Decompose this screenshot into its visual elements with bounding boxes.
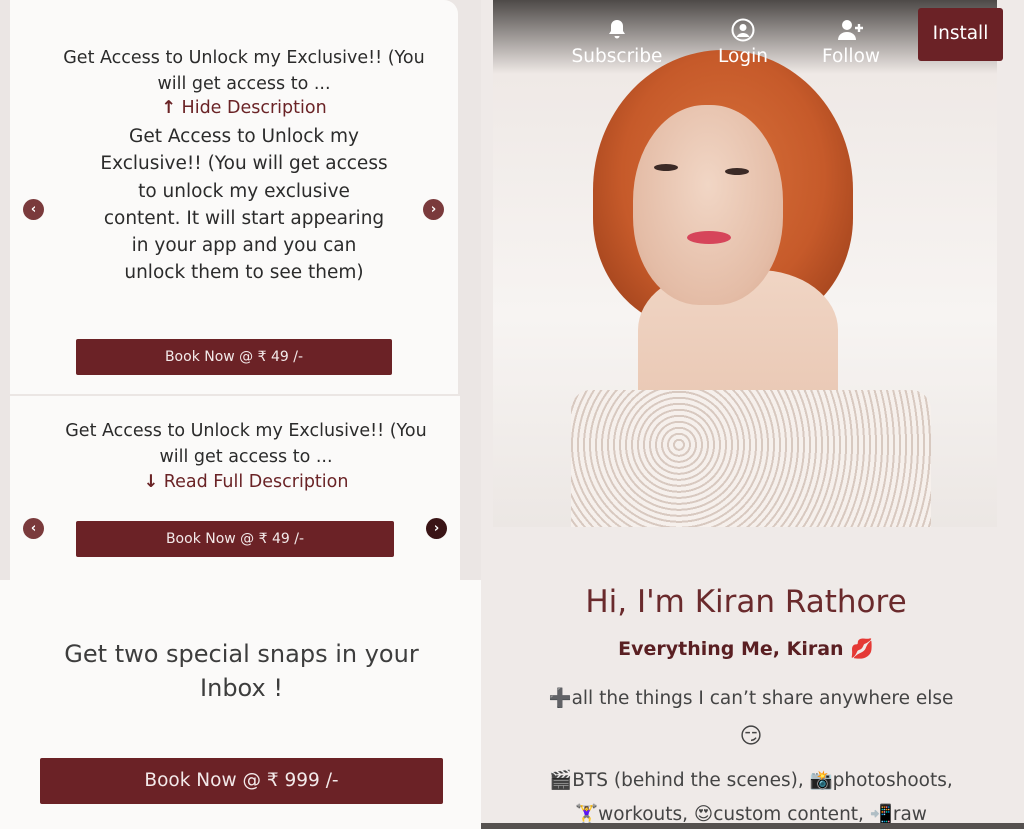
install-button[interactable]: Install <box>918 8 1003 61</box>
arrow-up-icon: ↑ <box>161 98 176 118</box>
prev-arrow-icon[interactable]: ‹ <box>23 518 44 539</box>
bio-emoji: 😏 <box>739 724 763 749</box>
bio-line: 🎬BTS (behind the scenes), 📸photoshoots, <box>549 770 953 791</box>
user-plus-icon <box>838 20 863 40</box>
hide-description-label: Hide Description <box>181 98 327 118</box>
profile-tagline: Everything Me, Kiran 💋 <box>618 638 874 660</box>
read-full-description-link[interactable]: ↓ Read Full Description <box>64 472 428 492</box>
offer-card-expanded: Get Access to Unlock my Exclusive!! (You… <box>10 0 458 394</box>
read-full-description-label: Read Full Description <box>163 472 349 492</box>
right-panel: Subscribe Login Follow Install Hi, I'm K… <box>481 0 1024 829</box>
bio-line: ➕all the things I can’t share anywhere e… <box>548 688 954 709</box>
next-arrow-icon[interactable]: › <box>426 518 447 539</box>
prev-arrow-icon[interactable]: ‹ <box>23 199 44 220</box>
profile-photo <box>493 0 997 527</box>
subscribe-button[interactable]: Subscribe <box>567 18 667 67</box>
offer-card-collapsed: Get Access to Unlock my Exclusive!! (You… <box>10 396 460 580</box>
bell-icon <box>609 20 625 39</box>
photo-eye-left <box>654 164 678 171</box>
user-circle-icon <box>731 18 755 42</box>
follow-label: Follow <box>821 46 881 67</box>
book-now-49-button[interactable]: Book Now @ ₹ 49 /- <box>76 339 392 375</box>
left-panel: Get Access to Unlock my Exclusive!! (You… <box>0 0 481 829</box>
photo-lips <box>687 231 731 244</box>
photo-face <box>633 105 783 305</box>
profile-name: Hi, I'm Kiran Rathore <box>585 584 907 620</box>
offer-snippet: Get Access to Unlock my Exclusive!! (You… <box>63 48 425 94</box>
bio-line: 🏋️‍♀️workouts, 😍custom content, 📲raw <box>575 804 927 825</box>
snaps-offer-title: Get two special snaps in your Inbox ! <box>64 640 419 702</box>
book-now-999-button[interactable]: Book Now @ ₹ 999 /- <box>40 758 443 804</box>
follow-button[interactable]: Follow <box>814 18 888 67</box>
bottom-bar <box>481 823 1024 829</box>
offer-full-description: Get Access to Unlock my Exclusive!! (You… <box>100 126 388 284</box>
login-label: Login <box>718 46 768 67</box>
next-arrow-icon[interactable]: › <box>423 199 444 220</box>
arrow-down-icon: ↓ <box>143 472 159 492</box>
subscribe-label: Subscribe <box>571 46 663 67</box>
photo-lace-top <box>571 390 931 527</box>
offer-snippet: Get Access to Unlock my Exclusive!! (You… <box>65 421 427 467</box>
photo-eye-right <box>725 168 749 175</box>
hide-description-link[interactable]: ↑ Hide Description <box>62 98 426 118</box>
book-now-49-button[interactable]: Book Now @ ₹ 49 /- <box>76 521 394 557</box>
login-button[interactable]: Login <box>708 18 778 67</box>
